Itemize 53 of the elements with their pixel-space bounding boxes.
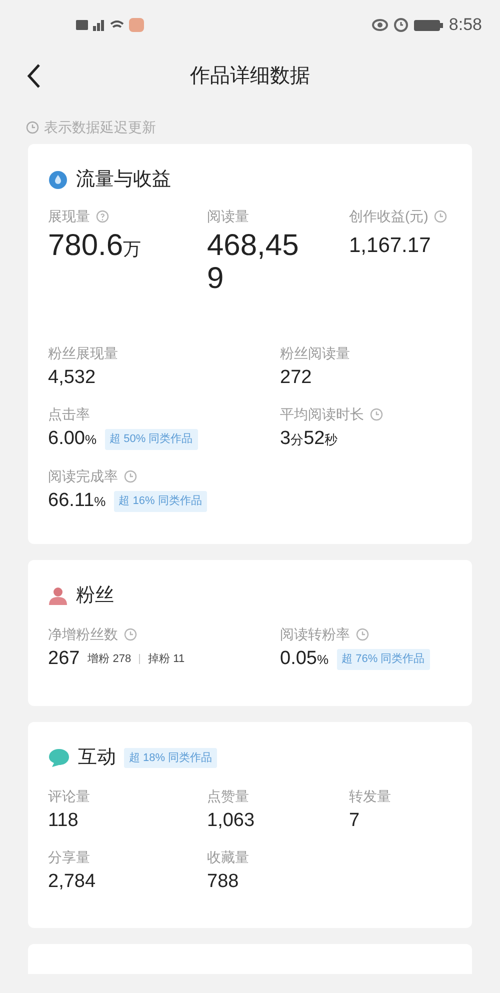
- metric-label: 粉丝阅读量: [280, 344, 350, 363]
- battery-icon: [414, 20, 443, 30]
- metric-value: 267: [48, 647, 80, 671]
- metric-value: 0.05%: [280, 647, 329, 671]
- status-time: 8:58: [448, 14, 482, 36]
- fans-breakdown: 增粉 278: [88, 652, 132, 667]
- fans-breakdown: 掉粉 11: [148, 652, 185, 667]
- comparison-badge: 超 76% 同类作品: [336, 649, 430, 670]
- section-title: 互动: [78, 746, 116, 770]
- metric-value: 780.6万: [48, 229, 142, 264]
- metric-value: 6.00%: [48, 427, 97, 451]
- metric-label: 粉丝展现量: [48, 344, 118, 363]
- metric-value: 788: [207, 870, 239, 894]
- clock-icon: [26, 120, 39, 134]
- metric-value: 1,063: [207, 809, 255, 833]
- drop-icon: [48, 170, 68, 190]
- metric-value: 66.11%: [48, 489, 106, 513]
- alarm-icon: [394, 18, 408, 32]
- metric-value: 4,532: [48, 366, 96, 390]
- hd-icon: [76, 20, 88, 30]
- section-title: 粉丝: [76, 584, 114, 608]
- metric-label: 创作收益(元): [349, 207, 428, 226]
- metric-label: 平均阅读时长: [280, 405, 364, 424]
- metric-value: 2,784: [48, 870, 96, 894]
- metric-label: 点赞量: [207, 787, 249, 806]
- metric-label: 转发量: [349, 787, 391, 806]
- metric-value: 3分52秒: [280, 427, 338, 451]
- metric-label: 收藏量: [207, 848, 249, 867]
- app-notification-icon: [129, 18, 144, 32]
- metric-value: 468,459: [207, 229, 300, 295]
- metric-value: 1,167.17: [349, 233, 431, 259]
- metric-label: 展现量: [48, 207, 90, 226]
- chat-bubble-icon: [48, 748, 70, 768]
- metric-label: 阅读量: [207, 207, 249, 226]
- signal-icon: [93, 19, 105, 31]
- metric-label: 阅读完成率: [48, 467, 118, 486]
- metric-label: 评论量: [48, 787, 90, 806]
- metric-label: 阅读转粉率: [280, 625, 350, 644]
- metric-value: 272: [280, 366, 312, 390]
- page-title: 作品详细数据: [190, 64, 310, 89]
- eye-icon: [372, 19, 388, 31]
- person-icon: [48, 586, 68, 606]
- metric-value: 7: [349, 809, 360, 833]
- wifi-icon: [110, 20, 124, 30]
- metric-value: 118: [48, 809, 78, 833]
- section-title: 流量与收益: [76, 168, 171, 192]
- comparison-badge: 超 50% 同类作品: [104, 429, 198, 450]
- metric-label: 分享量: [48, 848, 90, 867]
- metric-label: 点击率: [48, 405, 90, 424]
- metric-label: 净增粉丝数: [48, 625, 118, 644]
- delay-notice: 表示数据延迟更新: [44, 118, 156, 136]
- comparison-badge: 超 18% 同类作品: [124, 748, 218, 768]
- comparison-badge: 超 16% 同类作品: [114, 491, 207, 512]
